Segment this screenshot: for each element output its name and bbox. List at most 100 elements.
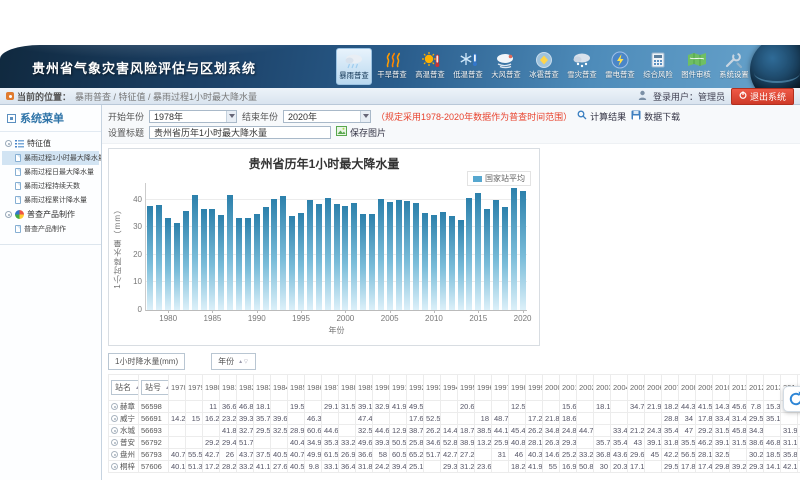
value-cell — [730, 449, 747, 461]
value-cell: 42.2 — [662, 449, 679, 461]
nav-item-hail[interactable]: 冰雹普查 — [526, 48, 562, 85]
value-cell: 51.7 — [237, 437, 254, 449]
value-cell: 26.2 — [526, 425, 543, 437]
y-tick-label: 10 — [122, 277, 142, 286]
x-tick-mark — [168, 310, 169, 313]
station-data-table: 站名 ▲▽ 站号 ▲▽ 197819 — [108, 374, 800, 473]
measure-field-box[interactable]: 1小时降水量(mm) — [108, 353, 185, 370]
value-cell: 50.5 — [390, 437, 407, 449]
hail-icon — [533, 50, 555, 69]
value-cell — [594, 413, 611, 425]
bar-2016 — [484, 209, 490, 310]
year-column-header: 2004 — [611, 375, 628, 401]
value-cell: 35.1 — [764, 413, 781, 425]
expand-row-icon[interactable] — [111, 451, 118, 458]
nav-item-composite-risk[interactable]: 综合风险 — [640, 48, 676, 85]
bar-1980 — [165, 218, 171, 310]
value-cell: 19.5 — [288, 401, 305, 413]
sidebar-item[interactable]: 暴雨过程1小时最大降水量 — [2, 151, 99, 165]
expand-row-icon[interactable] — [111, 439, 118, 446]
nav-item-snow[interactable]: 雪灾普查 — [564, 48, 600, 85]
nav-item-drought[interactable]: 干旱普查 — [374, 48, 410, 85]
station-name-sort-box[interactable]: 站名 ▲▽ — [111, 380, 139, 395]
value-cell: 15.3 — [764, 401, 781, 413]
expand-row-icon[interactable] — [111, 415, 118, 422]
sort-arrows-icon[interactable]: ▲▽ — [238, 359, 249, 365]
download-button[interactable]: 数据下载 — [631, 110, 680, 123]
value-cell: 29.5 — [747, 413, 764, 425]
year-column-header: 1988 — [339, 375, 356, 401]
expand-row-icon[interactable] — [111, 427, 118, 434]
nav-item-rainstorm[interactable]: 暴雨普查 — [336, 48, 372, 85]
value-cell — [169, 401, 186, 413]
search-icon — [577, 110, 587, 122]
station-id-header: 站号 ▲▽ — [139, 375, 169, 401]
y-tick-label: 40 — [122, 195, 142, 204]
collapse-icon[interactable] — [5, 211, 12, 218]
value-cell: 18.7 — [458, 425, 475, 437]
value-cell: 31.5 — [730, 437, 747, 449]
x-tick-mark — [345, 310, 346, 313]
chevron-down-icon[interactable] — [360, 111, 370, 122]
sidebar-item-label: 暴雨过程持续天数 — [24, 181, 80, 191]
bar-1999 — [334, 204, 340, 310]
value-cell: 17.2 — [526, 413, 543, 425]
expand-row-icon[interactable] — [111, 403, 118, 410]
y-tick-label: 0 — [122, 305, 142, 314]
value-cell: 38.6 — [747, 437, 764, 449]
end-year-value: 2020年 — [288, 110, 317, 123]
collapse-icon[interactable] — [5, 140, 12, 147]
sidebar-item[interactable]: 暴雨过程累计降水量 — [2, 193, 99, 207]
year-field-box[interactable]: 年份 ▲▽ — [211, 353, 256, 370]
bar-1983 — [192, 195, 198, 310]
document-icon — [15, 225, 21, 233]
chart-title-input[interactable]: 贵州省历年1小时最大降水量 — [149, 126, 331, 139]
x-tick-label: 1980 — [159, 314, 177, 323]
sidebar-item[interactable]: 暴雨过程持续天数 — [2, 179, 99, 193]
x-tick-mark — [478, 310, 479, 313]
nav-item-lightning[interactable]: 雷电普查 — [602, 48, 638, 85]
chevron-down-icon[interactable] — [226, 111, 236, 122]
nav-item-map-review[interactable]: 图件审核 — [678, 48, 714, 85]
value-cell: 17.1 — [628, 461, 645, 473]
save-image-button[interactable]: 保存图片 — [336, 126, 386, 139]
nav-item-settings[interactable]: 系统设置 — [716, 48, 752, 85]
snow-icon — [571, 50, 593, 69]
value-cell — [475, 401, 492, 413]
sidebar-group-0[interactable]: 特征值 — [2, 136, 99, 151]
value-cell: 46.8 — [764, 437, 781, 449]
value-cell: 18.5 — [764, 449, 781, 461]
value-cell — [339, 413, 356, 425]
nav-item-heat[interactable]: 高温普查 — [412, 48, 448, 85]
chart-plot: 1小时降水量（mm） 年份 01020304019801985199019952… — [145, 183, 527, 311]
drought-icon — [381, 50, 403, 69]
value-cell: 12.5 — [509, 401, 526, 413]
refresh-button[interactable] — [783, 386, 800, 412]
value-cell — [509, 413, 526, 425]
value-cell — [475, 449, 492, 461]
station-id-sort-box[interactable]: 站号 ▲▽ — [141, 380, 169, 395]
logout-button[interactable]: 退出系统 — [731, 88, 794, 105]
nav-item-wind[interactable]: 大风普查 — [488, 48, 524, 85]
end-year-select[interactable]: 2020年 — [283, 110, 371, 123]
sort-arrows-icon[interactable]: ▲▽ — [135, 385, 139, 391]
value-cell: 47 — [679, 425, 696, 437]
start-year-select[interactable]: 1978年 — [149, 110, 237, 123]
breadcrumb[interactable]: 暴雨普查 / 特征值 / 暴雨过程1小时最大降水量 — [75, 90, 257, 103]
sidebar-group-label: 特征值 — [27, 138, 51, 149]
station-name-cell: 水城 — [109, 425, 139, 437]
sidebar-group-1[interactable]: 普查产品制作 — [2, 207, 99, 222]
value-cell: 44.6 — [322, 425, 339, 437]
year-column-header: 1978 — [169, 375, 186, 401]
calculate-button[interactable]: 计算结果 — [577, 110, 626, 123]
value-cell: 51.7 — [424, 449, 441, 461]
expand-row-icon[interactable] — [111, 463, 118, 470]
year-column-header: 1992 — [407, 375, 424, 401]
nav-item-cold[interactable]: 低温普查 — [450, 48, 486, 85]
sidebar-item[interactable]: 暴雨过程日最大降水量 — [2, 165, 99, 179]
bar-1998 — [325, 198, 331, 310]
sidebar-item[interactable]: 普查产品制作 — [2, 222, 99, 236]
value-cell: 18.6 — [560, 413, 577, 425]
sort-arrows-icon[interactable]: ▲▽ — [165, 385, 169, 391]
y-tick-label: 20 — [122, 250, 142, 259]
